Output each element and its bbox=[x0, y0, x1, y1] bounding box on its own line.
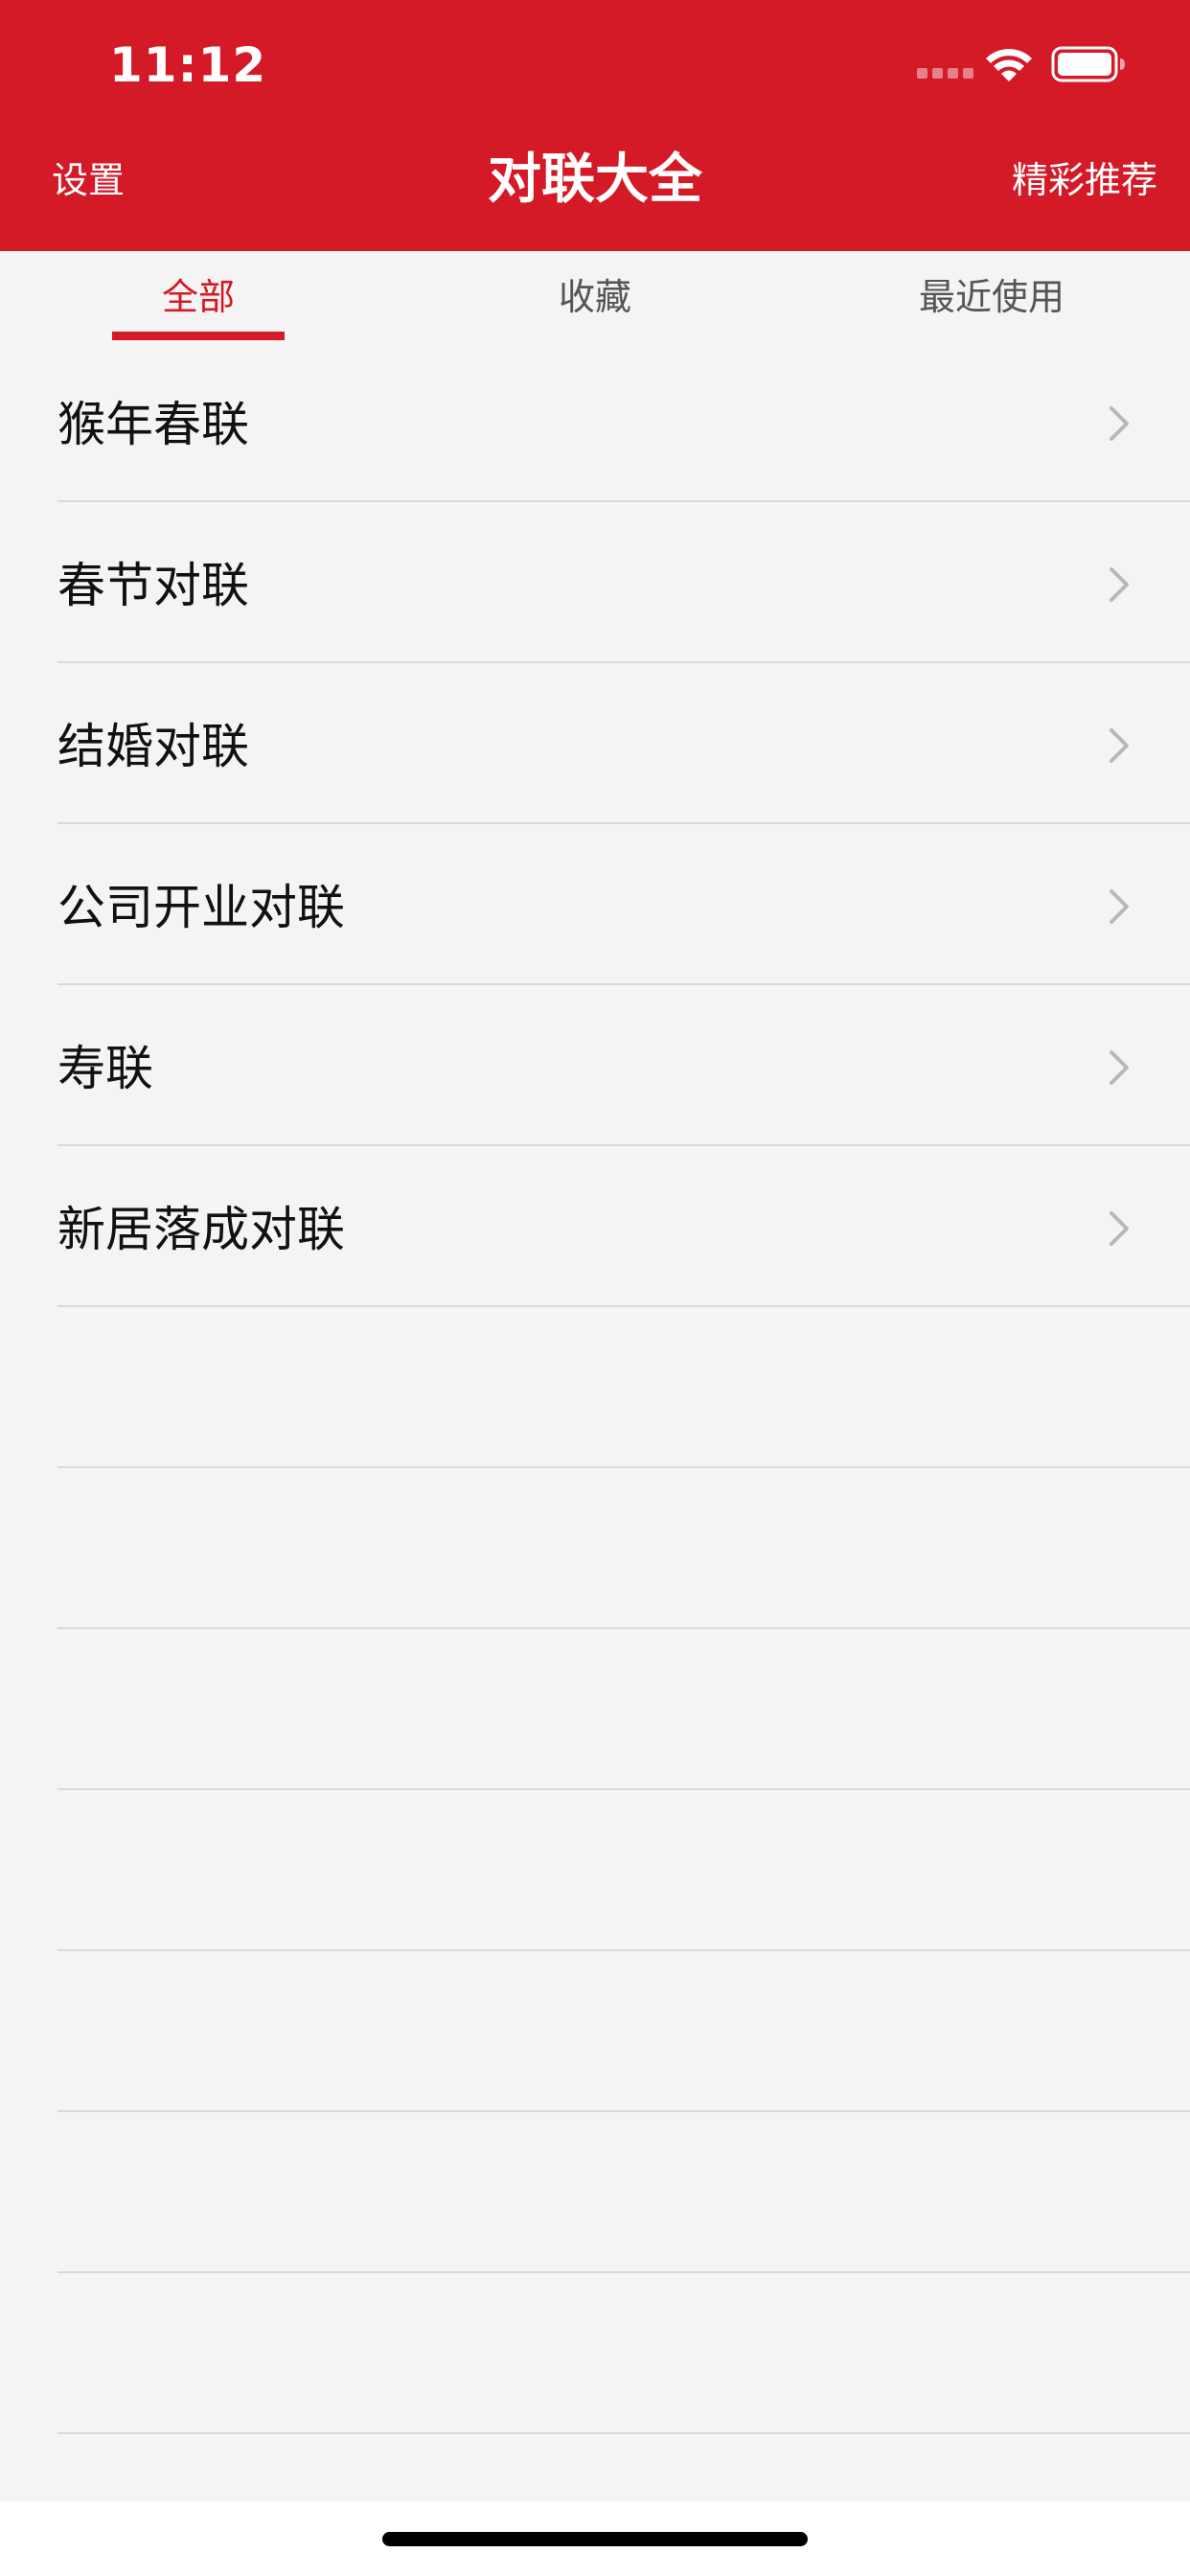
chevron-right-icon bbox=[1110, 567, 1129, 602]
settings-button[interactable]: 设置 bbox=[52, 153, 125, 207]
empty-row bbox=[0, 1468, 1190, 1629]
list-item-label: 公司开业对联 bbox=[57, 880, 345, 935]
list-item[interactable]: 寿联 bbox=[0, 985, 1190, 1146]
divider bbox=[57, 2432, 1190, 2434]
list-item[interactable]: 春节对联 bbox=[0, 502, 1190, 663]
home-indicator[interactable] bbox=[382, 2532, 808, 2546]
list-item-label: 猴年春联 bbox=[57, 397, 249, 452]
list-item[interactable]: 结婚对联 bbox=[0, 663, 1190, 824]
chevron-right-icon bbox=[1110, 889, 1129, 924]
category-list: 猴年春联 春节对联 结婚对联 公司开业对联 寿联 新居落成对联 bbox=[0, 341, 1190, 2434]
list-item[interactable]: 猴年春联 bbox=[0, 341, 1190, 502]
empty-row bbox=[0, 1951, 1190, 2112]
chevron-right-icon bbox=[1110, 1050, 1129, 1085]
tab-recently-used[interactable]: 最近使用 bbox=[793, 251, 1190, 341]
list-item[interactable]: 新居落成对联 bbox=[0, 1146, 1190, 1307]
chevron-right-icon bbox=[1110, 728, 1129, 763]
list-item-label: 寿联 bbox=[57, 1041, 153, 1096]
app-screen: 11:12 设置 对联大全 精彩推荐 全部 收藏 最近使用 猴年春联 春节对联 … bbox=[0, 0, 1190, 2576]
empty-row bbox=[0, 2112, 1190, 2273]
empty-row bbox=[0, 1790, 1190, 1951]
tab-bar: 全部 收藏 最近使用 bbox=[0, 251, 1190, 341]
chevron-right-icon bbox=[1110, 1211, 1129, 1246]
tab-all[interactable]: 全部 bbox=[0, 251, 397, 341]
list-item-label: 结婚对联 bbox=[57, 719, 249, 774]
wifi-icon bbox=[986, 49, 1032, 81]
cellular-signal-icon bbox=[917, 68, 973, 79]
featured-recommendations-button[interactable]: 精彩推荐 bbox=[1012, 153, 1157, 207]
tab-favorites[interactable]: 收藏 bbox=[397, 251, 793, 341]
empty-row bbox=[0, 2273, 1190, 2434]
empty-row bbox=[0, 1629, 1190, 1790]
empty-row bbox=[0, 1307, 1190, 1468]
status-time: 11:12 bbox=[109, 37, 267, 93]
battery-icon bbox=[1051, 46, 1125, 82]
list-item-label: 新居落成对联 bbox=[57, 1202, 345, 1257]
navigation-header: 11:12 设置 对联大全 精彩推荐 bbox=[0, 0, 1190, 251]
list-item-label: 春节对联 bbox=[57, 558, 249, 613]
list-item[interactable]: 公司开业对联 bbox=[0, 824, 1190, 985]
chevron-right-icon bbox=[1110, 406, 1129, 441]
active-tab-indicator bbox=[112, 332, 285, 340]
